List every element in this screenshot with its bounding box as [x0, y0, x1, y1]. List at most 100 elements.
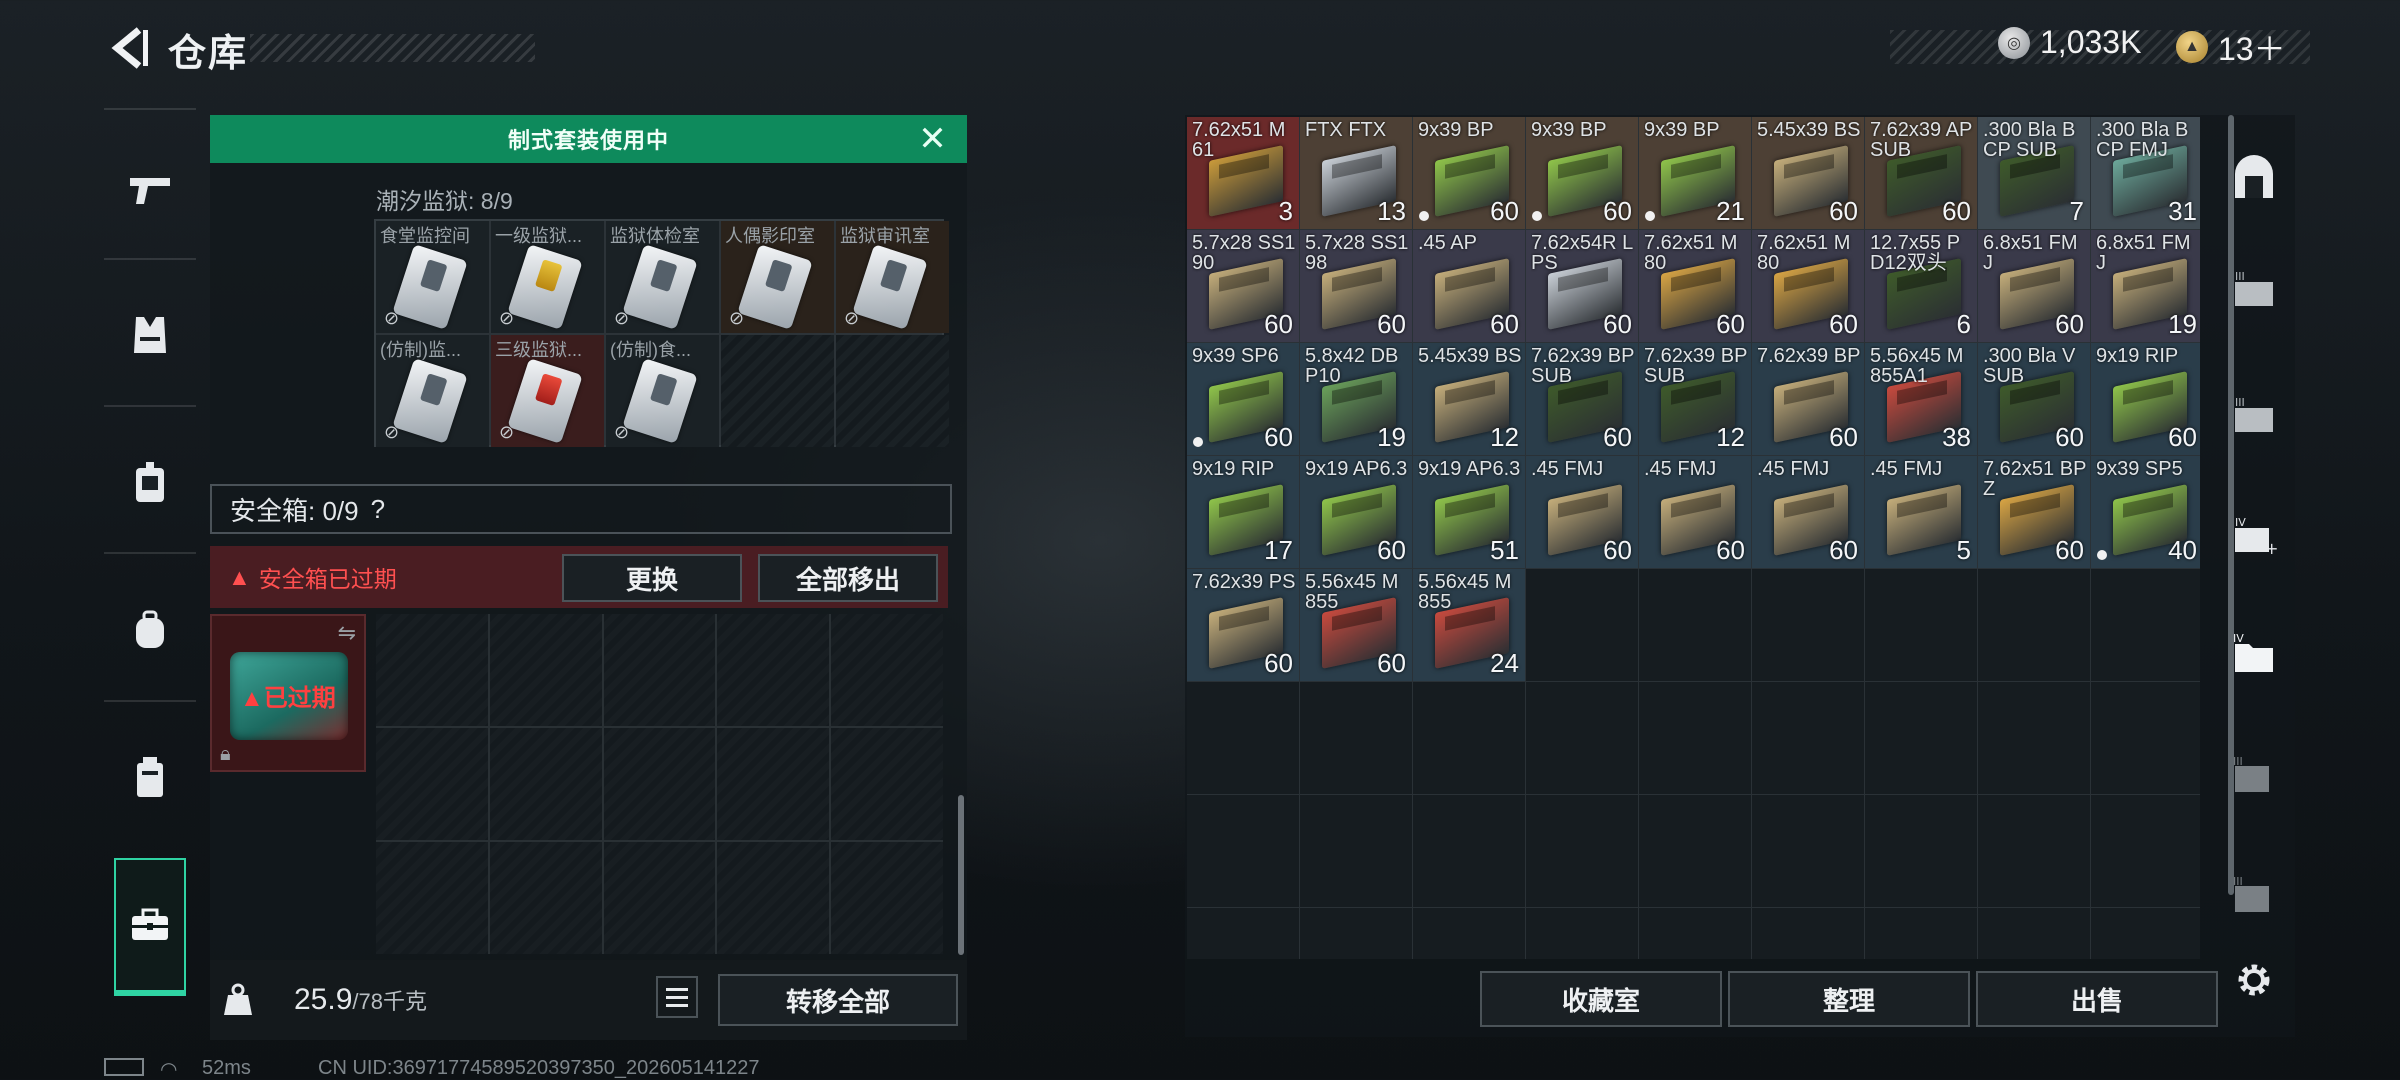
ammo-quantity: 60	[2055, 309, 2084, 339]
token-display[interactable]: ▲ 13＋	[2176, 24, 2286, 70]
prison-key-slot[interactable]: 一级监狱... ⊘	[491, 221, 604, 333]
prison-key-slot[interactable]: 监狱体检室 ⊘	[606, 221, 719, 333]
ammo-item[interactable]: 5.8x42 DBP10 19	[1300, 343, 1412, 455]
ammo-item[interactable]: 7.62x51 M80 60	[1639, 230, 1751, 342]
nav-backpack[interactable]	[104, 585, 196, 675]
prison-key-slot[interactable]: 人偶影印室 ⊘	[721, 221, 834, 333]
ammo-item[interactable]: .45 FMJ 60	[1639, 456, 1751, 568]
ammo-item[interactable]: 5.56x45 M855A1 38	[1865, 343, 1977, 455]
sort-button[interactable]: 整理	[1728, 971, 1970, 1027]
settings-button[interactable]	[2230, 956, 2278, 1004]
ammo-item[interactable]: 7.62x39 BP SUB 12	[1639, 343, 1751, 455]
replace-button[interactable]: 更换	[562, 554, 742, 602]
ammo-item[interactable]: 9x19 AP6.3 60	[1300, 456, 1412, 568]
warehouse-tab-4[interactable]: IV +	[2230, 512, 2278, 560]
ammo-item[interactable]: 5.56x45 M855 60	[1300, 569, 1412, 681]
token-icon: ▲	[2176, 31, 2208, 63]
remove-all-button[interactable]: 全部移出	[758, 554, 938, 602]
transfer-all-button[interactable]: 转移全部	[718, 974, 958, 1026]
ammo-item[interactable]: .300 Bla BCP SUB 7	[1978, 117, 2090, 229]
key-name: 食堂监控间	[380, 226, 470, 246]
ammo-name: 7.62x39 AP SUB	[1870, 120, 1972, 160]
nav-weapons[interactable]	[104, 145, 196, 235]
nav-safebox[interactable]	[114, 858, 186, 996]
ammo-item[interactable]: 7.62x51 M61 3	[1187, 117, 1299, 229]
safe-box-slot[interactable]: ⇋ ▲已过期 🔒︎	[210, 614, 366, 772]
ammo-item[interactable]: 7.62x39 PS 60	[1187, 569, 1299, 681]
ammo-item[interactable]: 7.62x54R LPS 60	[1526, 230, 1638, 342]
ammo-quantity: 60	[1942, 196, 1971, 226]
warehouse-tab-7[interactable]: III	[2230, 872, 2278, 920]
ammo-quantity: 60	[1829, 309, 1858, 339]
ammo-item[interactable]: 9x19 AP6.3 51	[1413, 456, 1525, 568]
ammo-item[interactable]: 5.7x28 SS190 60	[1187, 230, 1299, 342]
ammo-item[interactable]: 9x19 RIP 17	[1187, 456, 1299, 568]
nav-rig[interactable]	[104, 438, 196, 528]
ammo-item[interactable]: 9x39 BP 21	[1639, 117, 1751, 229]
warehouse-tab-5-active[interactable]: IV	[2230, 630, 2278, 678]
vault-tab[interactable]	[2230, 152, 2278, 200]
storage-iii-icon: III	[2235, 396, 2273, 432]
storage-locked-icon-2: III	[2233, 876, 2269, 912]
ammo-item[interactable]: FTX FTX 13	[1300, 117, 1412, 229]
pouch-icon	[137, 757, 163, 797]
help-icon[interactable]: ?	[371, 494, 385, 525]
ammo-item[interactable]: .300 Bla V SUB 60	[1978, 343, 2090, 455]
warehouse-tab-2[interactable]: III	[2230, 266, 2278, 314]
ammo-quantity: 60	[1377, 648, 1406, 678]
ammo-item[interactable]: 9x39 BP 60	[1526, 117, 1638, 229]
ammo-item[interactable]: 7.62x51 M80 60	[1752, 230, 1864, 342]
ammo-item[interactable]: 9x19 RIP 60	[2091, 343, 2200, 455]
ammo-item[interactable]: 7.62x39 AP SUB 60	[1865, 117, 1977, 229]
no-link-icon: ⊘	[384, 422, 400, 442]
ammo-name: 6.8x51 FMJ	[2096, 233, 2191, 273]
ammo-item[interactable]: 9x39 SP5 40	[2091, 456, 2200, 568]
currency-display[interactable]: ◎ 1,033K	[1998, 24, 2141, 61]
empty-slot	[1413, 795, 1525, 907]
scrollbar[interactable]	[958, 795, 964, 955]
collection-room-button[interactable]: 收藏室	[1480, 971, 1722, 1027]
keycard-icon	[507, 358, 583, 444]
empty-slot	[1752, 908, 1864, 959]
warehouse-tab-3[interactable]: III	[2230, 392, 2278, 440]
prison-key-slot[interactable]: (仿制)监... ⊘	[376, 335, 489, 447]
ammo-item[interactable]: .45 AP 60	[1413, 230, 1525, 342]
ammo-name: 9x39 SP5	[2096, 459, 2183, 480]
ammo-item[interactable]: .45 FMJ 60	[1526, 456, 1638, 568]
ammo-item[interactable]: 12.7x55 PD12双头 6	[1865, 230, 1977, 342]
ammo-item[interactable]: 7.62x39 BP SUB 60	[1526, 343, 1638, 455]
empty-slot	[2091, 795, 2200, 907]
ammo-item[interactable]: 9x39 SP6 60	[1187, 343, 1299, 455]
ammo-quantity: 17	[1264, 535, 1293, 565]
swap-icon[interactable]: ⇋	[338, 620, 356, 646]
back-arrow-icon	[111, 27, 148, 69]
list-view-icon[interactable]	[656, 976, 698, 1018]
warehouse-tab-6[interactable]: III	[2230, 752, 2278, 800]
close-icon[interactable]: ✕	[913, 115, 953, 163]
prison-key-slot	[836, 335, 949, 447]
nav-pouch[interactable]	[104, 733, 196, 823]
ammo-quantity: 51	[1490, 535, 1519, 565]
ammo-item[interactable]: .45 FMJ 60	[1752, 456, 1864, 568]
ammo-item[interactable]: 9x39 BP 60	[1413, 117, 1525, 229]
nav-armor[interactable]	[104, 290, 196, 380]
ammo-item[interactable]: 6.8x51 FMJ 60	[1978, 230, 2090, 342]
ammo-item[interactable]: .300 Bla BCP FMJ 31	[2091, 117, 2200, 229]
ammo-name: .45 FMJ	[1870, 459, 1943, 480]
svg-text:III: III	[2233, 876, 2243, 888]
sell-button[interactable]: 出售	[1976, 971, 2218, 1027]
ammo-item[interactable]: .45 FMJ 5	[1865, 456, 1977, 568]
ammo-item[interactable]: 5.56x45 M855 24	[1413, 569, 1525, 681]
empty-slot	[1978, 569, 2090, 681]
ammo-item[interactable]: 5.45x39 BS 12	[1413, 343, 1525, 455]
prison-key-slot[interactable]: 监狱审讯室 ⊘	[836, 221, 949, 333]
prison-key-slot[interactable]: 三级监狱... ⊘	[491, 335, 604, 447]
ammo-item[interactable]: 6.8x51 FMJ 19	[2091, 230, 2200, 342]
ammo-item[interactable]: 7.62x39 BP 60	[1752, 343, 1864, 455]
ammo-item[interactable]: 5.7x28 SS198 60	[1300, 230, 1412, 342]
back-button[interactable]	[100, 20, 160, 76]
prison-key-slot[interactable]: (仿制)食... ⊘	[606, 335, 719, 447]
prison-key-slot[interactable]: 食堂监控间 ⊘	[376, 221, 489, 333]
ammo-item[interactable]: 5.45x39 BS 60	[1752, 117, 1864, 229]
ammo-item[interactable]: 7.62x51 BPZ 60	[1978, 456, 2090, 568]
